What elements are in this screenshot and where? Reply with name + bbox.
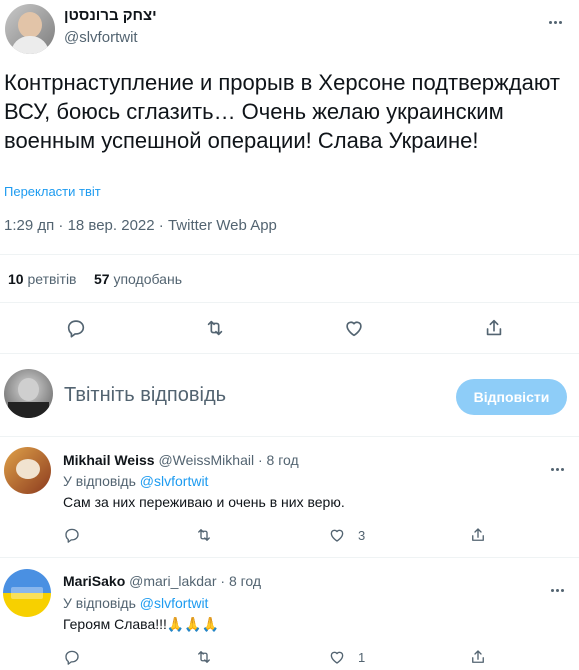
more-options-icon[interactable] xyxy=(547,11,562,29)
retweets-stat[interactable]: 10 ретвітів xyxy=(8,271,77,287)
author-avatar[interactable] xyxy=(5,4,55,54)
like-icon[interactable] xyxy=(328,526,346,544)
divider xyxy=(0,254,579,255)
reply-author-name[interactable]: MariSako xyxy=(63,573,125,589)
likes-stat[interactable]: 57 уподобань xyxy=(94,271,182,287)
reply-composer-input[interactable]: Твітніть відповідь xyxy=(64,384,226,407)
tweet-timestamp[interactable]: 1:29 дп · 18 вер. 2022 · Twitter Web App xyxy=(4,217,277,234)
divider xyxy=(0,302,579,303)
reply-button[interactable]: Відповісти xyxy=(456,379,567,415)
author-handle[interactable]: @slvfortwit xyxy=(64,29,138,46)
reply-author-handle[interactable]: @WeissMikhail xyxy=(158,452,254,468)
like-count: 3 xyxy=(358,528,366,543)
retweet-icon[interactable] xyxy=(195,648,213,666)
replying-to-handle[interactable]: @slvfortwit xyxy=(140,473,209,489)
like-icon[interactable] xyxy=(343,317,365,339)
reply-icon[interactable] xyxy=(65,317,87,339)
replying-to: У відповідь @slvfortwit xyxy=(63,595,208,611)
reply-time[interactable]: · 8 год xyxy=(220,573,261,589)
author-name[interactable]: יצחק ברונסטן xyxy=(64,7,157,24)
like-count: 1 xyxy=(358,650,366,665)
tweet-text: Контрнаступление и прорыв в Херсоне подт… xyxy=(4,70,560,153)
like-icon[interactable] xyxy=(328,648,346,666)
reply-header: MariSako @mari_lakdar · 8 год xyxy=(63,573,261,589)
reply-icon[interactable] xyxy=(63,526,81,544)
divider xyxy=(0,436,579,437)
reply-text: Сам за них переживаю и очень в них верю. xyxy=(63,494,345,510)
reply-avatar[interactable] xyxy=(3,569,51,617)
replying-to-label: У відповідь xyxy=(63,595,136,611)
divider xyxy=(0,557,579,558)
likes-label: уподобань xyxy=(113,271,182,287)
reply-text: Героям Слава!!!🙏🙏🙏 xyxy=(63,616,220,632)
reply-avatar[interactable] xyxy=(4,447,51,494)
more-options-icon[interactable] xyxy=(549,579,564,597)
reply-header: Mikhail Weiss @WeissMikhail · 8 год xyxy=(63,452,299,468)
retweet-icon[interactable] xyxy=(195,526,213,544)
divider xyxy=(0,353,579,354)
share-icon[interactable] xyxy=(469,526,487,544)
retweets-count: 10 xyxy=(8,271,24,287)
share-icon[interactable] xyxy=(483,317,505,339)
replying-to-label: У відповідь xyxy=(63,473,136,489)
likes-count: 57 xyxy=(94,271,110,287)
retweets-label: ретвітів xyxy=(27,271,77,287)
translate-tweet-link[interactable]: Перекласти твіт xyxy=(4,184,101,199)
reply-time[interactable]: · 8 год xyxy=(258,452,299,468)
replying-to: У відповідь @slvfortwit xyxy=(63,473,208,489)
user-avatar[interactable] xyxy=(4,369,53,418)
more-options-icon[interactable] xyxy=(549,458,564,476)
retweet-icon[interactable] xyxy=(204,317,226,339)
reply-author-handle[interactable]: @mari_lakdar xyxy=(129,573,216,589)
replying-to-handle[interactable]: @slvfortwit xyxy=(140,595,209,611)
reply-author-name[interactable]: Mikhail Weiss xyxy=(63,452,155,468)
reply-icon[interactable] xyxy=(63,648,81,666)
share-icon[interactable] xyxy=(469,648,487,666)
